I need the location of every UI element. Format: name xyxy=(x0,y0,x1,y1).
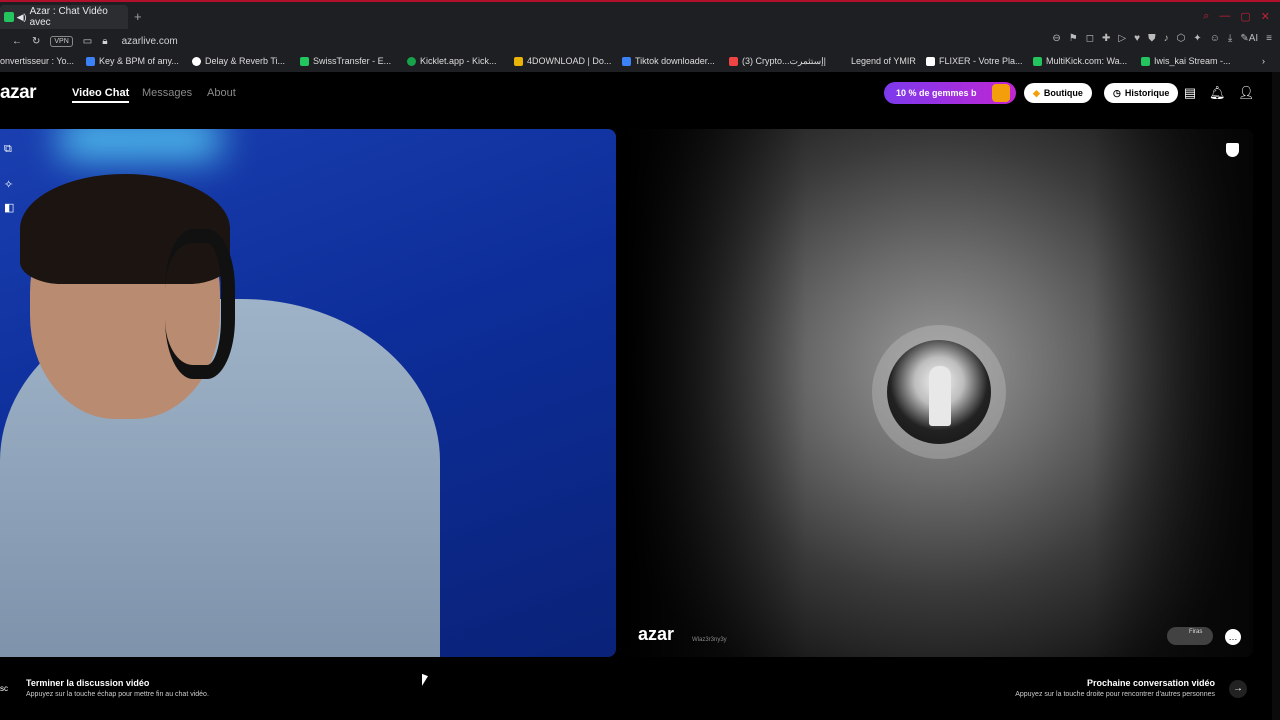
back-icon[interactable]: ← xyxy=(12,36,22,47)
bookmark-favicon-icon xyxy=(407,56,416,66)
end-chat-title[interactable]: Terminer la discussion vidéo xyxy=(26,678,149,688)
minimize-icon[interactable]: — xyxy=(1219,10,1230,23)
kick-icon xyxy=(1141,56,1150,66)
lock-icon: 🔒︎ xyxy=(102,35,108,47)
youtube-icon xyxy=(729,57,738,66)
light-glow xyxy=(60,129,220,159)
bookmark-item[interactable]: Legend of YMIR xyxy=(851,56,916,66)
search-tabs-icon[interactable]: ⌕ xyxy=(1203,10,1209,23)
window-controls: ⌕ — ▢ ✕ xyxy=(1203,10,1270,23)
bookmark-favicon-icon xyxy=(300,56,309,66)
headset-shape xyxy=(165,229,235,379)
bookmark-item[interactable]: (3) Crypto...إستثمرت| xyxy=(729,56,826,67)
browser-tab-bar: ◀) Azar : Chat Vidéo avec + ⌕ — ▢ ✕ xyxy=(0,0,1280,30)
tab-title: Azar : Chat Vidéo avec xyxy=(29,6,108,28)
next-chat-title[interactable]: Prochaine conversation vidéo xyxy=(1087,678,1215,688)
bookmark-item[interactable]: Kicklet.app - Kick... xyxy=(407,56,497,66)
next-chat-subtitle: Appuyez sur la touche droite pour rencon… xyxy=(1015,691,1215,698)
gems-promo-button[interactable]: 10 % de gemmes b xyxy=(884,82,1016,104)
next-arrow-icon[interactable]: → xyxy=(1229,680,1247,698)
bookmark-item[interactable]: onvertisseur : Yo... xyxy=(0,56,74,66)
close-icon[interactable]: ✕ xyxy=(1261,10,1270,23)
reload-icon[interactable]: ↻ xyxy=(32,36,40,47)
report-shield-icon[interactable] xyxy=(1226,143,1239,157)
remote-avatar-figure xyxy=(929,366,951,426)
new-tab-icon[interactable]: + xyxy=(134,9,142,24)
esc-key-hint: sc xyxy=(0,684,8,693)
shop-button[interactable]: ◆ Boutique xyxy=(1024,83,1092,103)
music-icon[interactable]: ♪ xyxy=(1164,33,1169,44)
page-scrollbar[interactable] xyxy=(1272,72,1280,720)
end-chat-subtitle: Appuyez sur la touche échap pour mettre … xyxy=(26,691,209,698)
azar-watermark: azar xyxy=(638,624,675,644)
vpn-badge[interactable]: VPN xyxy=(50,35,73,47)
heart-icon[interactable]: ♥ xyxy=(1134,33,1140,44)
bookmark-favicon-icon xyxy=(926,56,935,66)
gift-icon xyxy=(992,84,1010,102)
zoom-icon[interactable]: ⊖ xyxy=(1052,33,1060,44)
remote-shade-left xyxy=(626,129,806,657)
bookmark-item[interactable]: Delay & Reverb Ti... xyxy=(192,56,285,66)
bookmark-icon[interactable]: ⚑ xyxy=(1069,33,1078,44)
history-label: Historique xyxy=(1124,88,1170,98)
speaker-icon[interactable]: ◀) xyxy=(17,12,27,23)
bookmark-item[interactable]: FLIXER - Votre Pla... xyxy=(926,56,1023,66)
whatsapp-favicon-icon xyxy=(4,12,14,22)
bookmark-item[interactable]: 4DOWNLOAD | Do... xyxy=(514,56,611,66)
sidebar-icon[interactable]: ▭ xyxy=(83,36,92,47)
puzzle-icon[interactable]: ✦ xyxy=(1193,33,1201,44)
remote-user-chip[interactable]: Firas xyxy=(1167,627,1213,645)
nav-about[interactable]: About xyxy=(207,87,236,99)
maximize-icon[interactable]: ▢ xyxy=(1240,10,1250,23)
menu-icon[interactable]: ≡ xyxy=(1266,33,1272,44)
bell-icon[interactable]: 🔔︎ xyxy=(1209,85,1226,101)
gem-icon: ◆ xyxy=(1033,87,1040,98)
bookmark-item[interactable]: SwissTransfer - E... xyxy=(300,56,391,66)
profile-icon[interactable]: ☺ xyxy=(1210,33,1220,44)
browser-tab-azar[interactable]: ◀) Azar : Chat Vidéo avec xyxy=(0,5,128,29)
bookmark-favicon-icon xyxy=(622,56,631,66)
address-bar: ← ↻ VPN ▭ 🔒︎ azarlive.com ⊖ ⚑ ◻ ✚ ▷ ♥ ⛊ … xyxy=(0,30,1280,52)
shop-label: Boutique xyxy=(1043,88,1083,98)
local-video-panel: ⧉ ✧ ◧ xyxy=(0,129,616,657)
bookmark-favicon-icon xyxy=(86,56,95,66)
remote-user-name: Firas xyxy=(1189,629,1203,635)
filter-icon[interactable]: ◧ xyxy=(4,201,14,214)
bookmark-favicon-icon xyxy=(1033,56,1042,66)
nav-video-chat[interactable]: Video Chat xyxy=(72,87,130,103)
app-header: azar Video Chat Messages About 10 % de g… xyxy=(0,72,1280,114)
remote-avatar xyxy=(887,340,991,444)
download-icon[interactable]: ⤓ xyxy=(1228,33,1232,44)
magic-wand-icon[interactable]: ✧ xyxy=(4,178,14,191)
ai-icon[interactable]: ✎AI xyxy=(1240,33,1258,44)
cube-icon[interactable]: ⬡ xyxy=(1177,33,1186,44)
video-side-tools: ⧉ ✧ ◧ xyxy=(4,143,14,214)
folder-icon xyxy=(514,56,523,66)
bookmark-favicon-icon xyxy=(192,56,201,66)
azar-logo[interactable]: azar xyxy=(0,82,37,104)
bookmarks-overflow-icon[interactable]: › xyxy=(1262,56,1265,66)
inbox-icon[interactable]: ▤ xyxy=(1182,85,1198,101)
watermark-sub: Wlaz3r3ny3y xyxy=(692,637,727,643)
player-icon[interactable]: ▷ xyxy=(1118,33,1126,44)
clock-icon: ◷ xyxy=(1113,87,1121,98)
chat-bubble-icon[interactable]: … xyxy=(1225,629,1241,645)
bookmark-item[interactable]: Iwis_kai Stream -... xyxy=(1141,56,1231,66)
remote-video-panel: azar Wlaz3r3ny3y Firas … xyxy=(626,129,1253,657)
bookmark-item[interactable]: Key & BPM of any... xyxy=(86,56,179,66)
camera-switch-icon[interactable]: ⧉ xyxy=(4,143,14,156)
bookmark-item[interactable]: Tiktok downloader... xyxy=(622,56,715,66)
history-button[interactable]: ◷ Historique xyxy=(1104,83,1179,103)
remote-shade-right xyxy=(1093,129,1253,657)
promo-label: 10 % de gemmes b xyxy=(896,88,977,98)
bookmark-item[interactable]: MultiKick.com: Wa... xyxy=(1033,56,1127,66)
url-field[interactable]: azarlive.com xyxy=(122,36,178,47)
user-avatar-icon[interactable]: 👤︎ xyxy=(1238,85,1255,101)
nav-messages[interactable]: Messages xyxy=(142,87,192,99)
mouse-cursor-icon xyxy=(422,673,428,689)
extension-icon[interactable]: ✚ xyxy=(1102,33,1110,44)
snapshot-icon[interactable]: ◻ xyxy=(1086,33,1094,44)
shield-ext-icon[interactable]: ⛊ xyxy=(1148,33,1156,44)
bookmarks-bar: onvertisseur : Yo... Key & BPM of any...… xyxy=(0,52,1280,72)
